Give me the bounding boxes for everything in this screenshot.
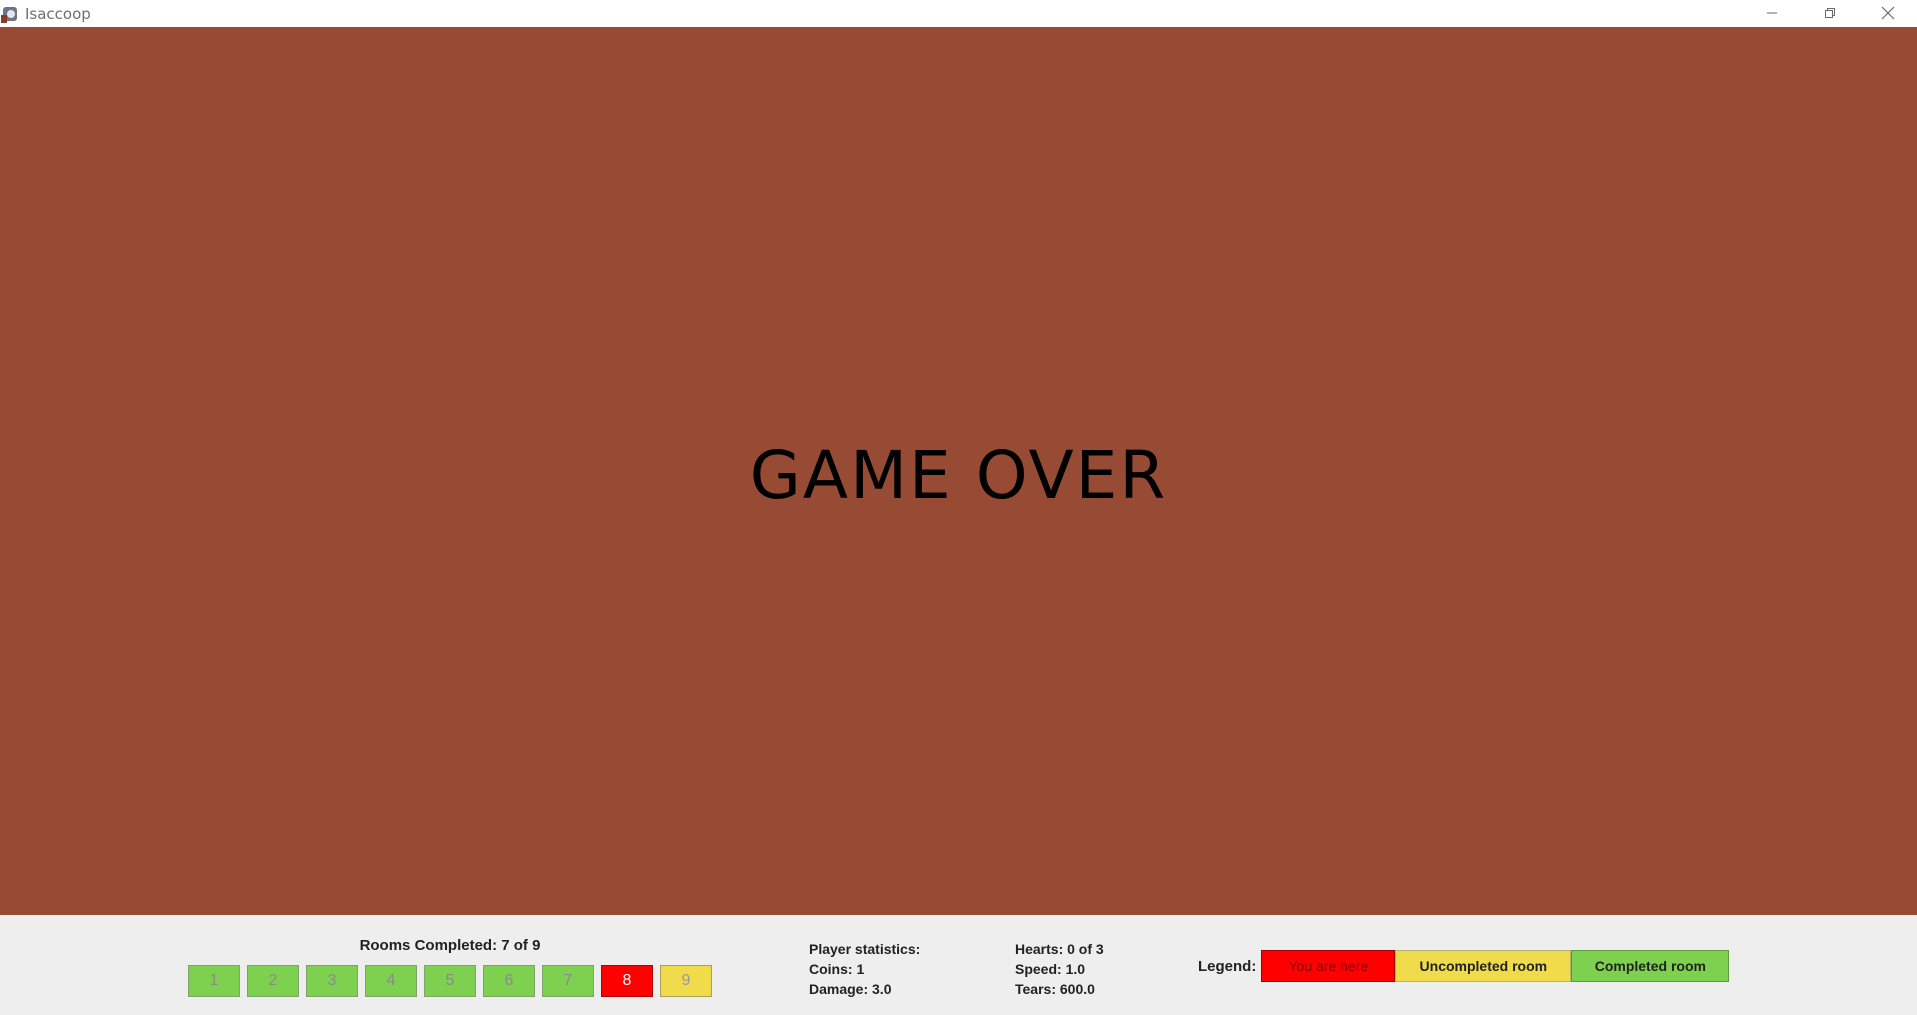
room-button-3[interactable]: 3 xyxy=(306,965,358,997)
legend-uncompleted-room: Uncompleted room xyxy=(1395,950,1572,982)
damage-stat: Damage: 3.0 xyxy=(809,981,892,997)
room-button-6[interactable]: 6 xyxy=(483,965,535,997)
restore-icon xyxy=(1825,7,1835,18)
player-stats-heading: Player statistics: xyxy=(809,941,921,957)
window-controls xyxy=(1743,0,1917,27)
room-button-2[interactable]: 2 xyxy=(247,965,299,997)
player-stats-left: Player statistics: Coins: 1 Damage: 3.0 xyxy=(809,939,920,999)
app-window: Isaccoop GAME OVER Rooms Completed: 7 of… xyxy=(0,0,1917,1015)
legend: Legend: You are here Uncompleted room Co… xyxy=(1198,950,1730,982)
tears-stat: Tears: 600.0 xyxy=(1015,981,1095,997)
speed-stat: Speed: 1.0 xyxy=(1015,961,1086,977)
room-button-9[interactable]: 9 xyxy=(660,965,712,997)
minimize-button[interactable] xyxy=(1743,0,1801,25)
rooms-map: 123456789 xyxy=(188,965,719,997)
game-over-text: GAME OVER xyxy=(749,437,1168,514)
room-button-8[interactable]: 8 xyxy=(601,965,653,997)
title-bar: Isaccoop xyxy=(0,0,1917,27)
hearts-stat: Hearts: 0 of 3 xyxy=(1015,941,1104,957)
game-canvas[interactable]: GAME OVER xyxy=(0,27,1917,915)
status-panel: Rooms Completed: 7 of 9 123456789 Player… xyxy=(0,915,1917,1015)
room-button-4[interactable]: 4 xyxy=(365,965,417,997)
rooms-completed-label: Rooms Completed: 7 of 9 xyxy=(359,937,541,954)
room-button-5[interactable]: 5 xyxy=(424,965,476,997)
coins-stat: Coins: 1 xyxy=(809,961,865,977)
close-icon xyxy=(1881,6,1895,19)
room-button-1[interactable]: 1 xyxy=(188,965,240,997)
app-icon xyxy=(1,4,21,24)
legend-you-are-here: You are here xyxy=(1261,950,1396,982)
legend-completed-room: Completed room xyxy=(1571,950,1730,982)
window-title: Isaccoop xyxy=(25,4,91,23)
minimize-icon xyxy=(1767,12,1777,13)
close-button[interactable] xyxy=(1859,0,1917,25)
legend-label: Legend: xyxy=(1198,957,1257,975)
room-button-7[interactable]: 7 xyxy=(542,965,594,997)
player-stats-right: Hearts: 0 of 3 Speed: 1.0 Tears: 600.0 xyxy=(1015,939,1104,999)
restore-button[interactable] xyxy=(1801,0,1859,25)
